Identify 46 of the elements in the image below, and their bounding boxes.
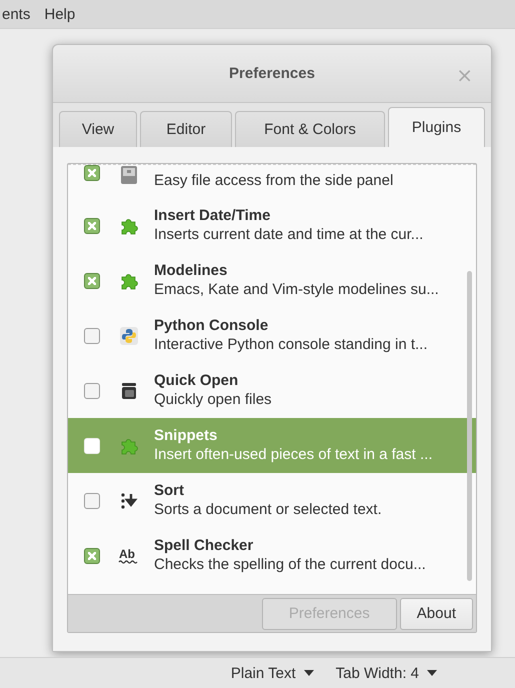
tab[interactable]: Font & Colors [235, 111, 385, 147]
tab[interactable]: Plugins [388, 107, 485, 147]
tab[interactable]: Editor [140, 111, 232, 147]
plugin-name: Snippets [154, 426, 218, 445]
dialog-button[interactable]: About [400, 598, 473, 630]
plugin-name: Spell Checker [154, 536, 254, 555]
plugin-row[interactable]: Sort Sorts a document or selected text. [68, 473, 476, 528]
panel-icon [118, 165, 140, 185]
checkbox[interactable] [84, 328, 100, 344]
plugin-description: Quickly open files [154, 390, 272, 410]
checkbox[interactable] [84, 382, 100, 398]
status-dropdown[interactable]: Tab Width: 4 [336, 664, 437, 682]
caret-icon [304, 670, 314, 676]
menu-item[interactable]: Help [44, 6, 76, 22]
plugin-name: Sort [154, 481, 185, 500]
plugin-row[interactable]: Insert Date/Time Inserts current date and time at the cur... [68, 198, 476, 253]
plugin-description: Insert often-used pieces of text in a fast ... [154, 445, 432, 465]
plugin-row[interactable]: Python Console Interactive Python console standing in t... [68, 308, 476, 363]
menu-item[interactable]: ents [2, 6, 30, 22]
checkbox[interactable] [84, 548, 100, 564]
plugin-description: Easy file access from the side panel [154, 171, 394, 191]
plugin-description: Checks the spelling of the current docu... [154, 555, 426, 575]
python-logo-icon [118, 326, 140, 346]
plugin-row[interactable]: Modelines Emacs, Kate and Vim-style modelines su... [68, 253, 476, 308]
checkbox[interactable] [84, 218, 100, 234]
plugin-description: Inserts current date and time at the cur... [154, 225, 424, 245]
plugin-description: Emacs, Kate and Vim-style modelines su... [154, 280, 439, 300]
plugin-row[interactable]: Easy file access from the side panel [68, 164, 476, 198]
dropdown-label: Tab Width: 4 [336, 664, 419, 682]
checkbox[interactable] [84, 165, 100, 181]
dropdown-label: Plain Text [230, 664, 296, 682]
plugin-row[interactable]: Ab Spell Checker Checks the spelling of the current docu... [68, 528, 476, 583]
plugin-name: Quick Open [154, 371, 240, 390]
tab[interactable]: View [59, 111, 137, 147]
plugin-row[interactable]: Quick Open Quickly open files [68, 363, 476, 418]
plugin-name: Modelines [154, 261, 228, 280]
checkbox[interactable] [84, 492, 100, 508]
plugin-name: Python Console [154, 316, 270, 335]
scrollbar[interactable] [467, 271, 472, 581]
window-title: Preferences [229, 65, 315, 82]
status-dropdown[interactable]: Plain Text [230, 664, 314, 682]
checkbox[interactable] [84, 272, 100, 288]
plugin-description: Sorts a document or selected text. [154, 500, 382, 520]
plugin-description: Interactive Python console standing in t... [154, 335, 428, 355]
caret-icon [427, 670, 437, 676]
plugin-name: Insert Date/Time [154, 206, 272, 225]
